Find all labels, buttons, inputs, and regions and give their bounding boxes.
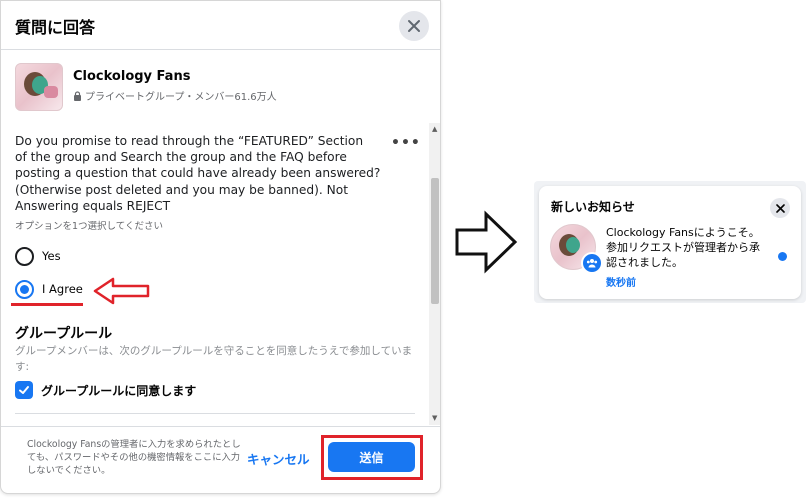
cancel-button[interactable]: キャンセル [247, 449, 310, 471]
left-arrow-annotation [93, 277, 150, 305]
group-avatar[interactable] [15, 63, 63, 111]
divider [15, 413, 415, 414]
lock-icon [74, 90, 81, 101]
groups-icon [581, 252, 603, 274]
group-rules-description: グループメンバーは、次のグループルールを守ることを同意したうえで参加しています: [15, 345, 413, 373]
close-icon [408, 20, 420, 32]
send-button[interactable]: 送信 [328, 442, 415, 472]
notification-time: 数秒前 [606, 278, 636, 289]
notification-popup: 新しいお知らせ Clockology Fansにようこそ。参加リクエストが管理者… [534, 181, 806, 303]
dialog-title: 質問に回答 [15, 18, 96, 37]
group-name[interactable]: Clockology Fans [73, 69, 190, 84]
option-i-agree-label: I Agree [42, 282, 83, 296]
close-icon [775, 203, 785, 213]
close-button[interactable] [399, 11, 429, 41]
option-yes[interactable]: Yes [15, 246, 61, 266]
notification-title: 新しいお知らせ [551, 200, 635, 214]
question-scroll-area: Do you promise to read through the “FEAT… [1, 123, 429, 425]
agree-rules-row[interactable]: グループルールに同意します [15, 381, 196, 399]
scroll-down-arrow-icon[interactable]: ▼ [432, 414, 437, 422]
dialog-header: 質問に回答 [1, 1, 440, 50]
group-meta-text: プライベートグループ・メンバー61.6万人 [85, 92, 277, 103]
option-hint: オプションを1つ選択してください [15, 221, 163, 232]
agree-rules-checkbox[interactable] [15, 381, 33, 399]
right-arrow-annotation [455, 210, 518, 274]
agree-rules-label: グループルールに同意します [41, 383, 197, 398]
unread-dot [778, 252, 787, 261]
more-options-button[interactable]: ••• [391, 135, 421, 151]
radio-yes[interactable] [15, 246, 34, 266]
checkmark-icon [19, 386, 29, 394]
group-info: Clockology Fans プライベートグループ・メンバー61.6万人 [15, 63, 415, 111]
dialog-footer: Clockology Fansの管理者に入力を求められたとしても、パスワードやそ… [1, 426, 440, 493]
notification-text: Clockology Fansにようこそ。参加リクエストが管理者から承認されまし… [606, 226, 760, 269]
option-yes-label: Yes [42, 249, 61, 263]
radio-i-agree[interactable] [15, 279, 34, 299]
option-i-agree[interactable]: I Agree [15, 279, 83, 299]
notification-card[interactable]: 新しいお知らせ Clockology Fansにようこそ。参加リクエストが管理者… [539, 186, 801, 299]
notification-close-button[interactable] [770, 198, 790, 218]
scroll-up-arrow-icon[interactable]: ▲ [432, 125, 437, 133]
group-rules-title: グループルール [15, 326, 113, 342]
question-text: Do you promise to read through the “FEAT… [15, 134, 381, 213]
privacy-note: Clockology Fansの管理者に入力を求められたとしても、パスワードやそ… [27, 439, 241, 476]
group-meta: プライベートグループ・メンバー61.6万人 [73, 88, 277, 103]
red-underline-annotation [11, 303, 83, 306]
scrollbar-thumb[interactable] [431, 178, 439, 304]
answer-questions-dialog: 質問に回答 Clockology Fans プライベートグループ・メンバー61.… [0, 0, 441, 494]
